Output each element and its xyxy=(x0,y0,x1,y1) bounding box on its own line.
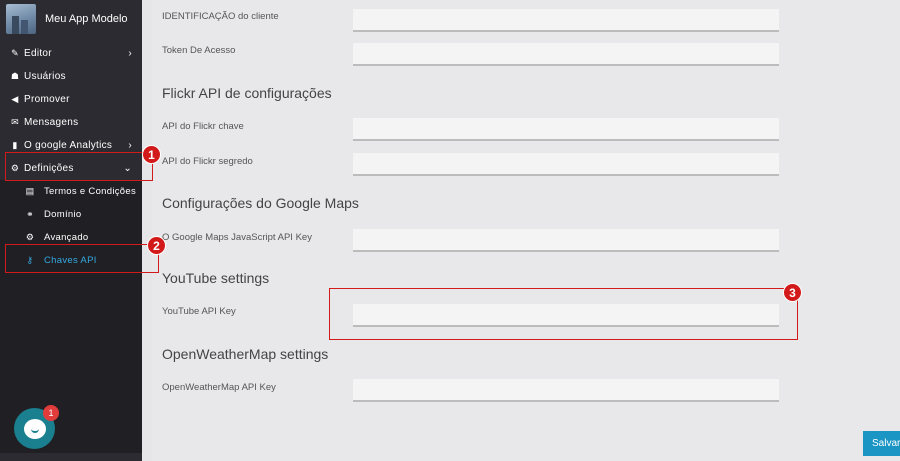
google-maps-key-input[interactable] xyxy=(353,229,779,252)
access-token-input[interactable] xyxy=(353,43,779,66)
main-content: IDENTIFICAÇÃO do cliente Token De Acesso… xyxy=(152,0,900,461)
flickr-key-input[interactable] xyxy=(353,118,779,141)
section-title-flickr: Flickr API de configurações xyxy=(162,85,332,101)
sidebar-item-label: Avançado xyxy=(44,232,89,243)
sidebar-item-domain[interactable]: ⚭ Domínio xyxy=(0,203,142,226)
sidebar-item-label: Domínio xyxy=(44,209,82,220)
openweathermap-key-input[interactable] xyxy=(353,379,779,402)
app-thumbnail xyxy=(6,4,36,34)
sidebar-item-label: Editor xyxy=(24,48,52,59)
chat-icon xyxy=(23,418,46,439)
annotation-box-3 xyxy=(329,288,798,340)
cogs-icon: ⚙ xyxy=(25,232,35,242)
access-token-label: Token De Acesso xyxy=(162,45,236,56)
sidebar-item-label: Termos e Condições xyxy=(44,186,136,197)
flickr-secret-label: API do Flickr segredo xyxy=(162,156,253,167)
annotation-badge-1: 1 xyxy=(142,145,161,164)
app-name: Meu App Modelo xyxy=(45,13,128,25)
sidebar-item-promote[interactable]: ◀ Promover xyxy=(0,88,142,111)
chevron-right-icon: › xyxy=(128,140,132,151)
sidebar-item-terms[interactable]: ▤ Termos e Condições xyxy=(0,180,142,203)
sidebar-item-messages[interactable]: ✉ Mensagens xyxy=(0,111,142,134)
users-icon: ☗ xyxy=(10,71,20,81)
sidebar-item-label: Mensagens xyxy=(24,117,79,128)
openweathermap-key-label: OpenWeatherMap API Key xyxy=(162,382,276,393)
section-title-google-maps: Configurações do Google Maps xyxy=(162,195,359,211)
document-icon: ▤ xyxy=(25,186,35,196)
pencil-icon: ✎ xyxy=(11,48,19,58)
google-maps-key-label: O Google Maps JavaScript API Key xyxy=(162,232,312,243)
save-button[interactable]: Salvar xyxy=(863,431,900,456)
flickr-key-label: API do Flickr chave xyxy=(162,121,244,132)
flickr-secret-input[interactable] xyxy=(353,153,779,176)
app-header[interactable]: Meu App Modelo xyxy=(0,0,142,38)
section-title-youtube: YouTube settings xyxy=(162,270,270,286)
sidebar-item-users[interactable]: ☗ Usuários xyxy=(0,65,142,88)
megaphone-icon: ◀ xyxy=(11,94,19,104)
sidebar-item-label: Promover xyxy=(24,94,70,105)
youtube-key-label: YouTube API Key xyxy=(162,306,236,317)
chat-notification-badge: 1 xyxy=(43,405,59,421)
sidebar-item-label: Usuários xyxy=(24,71,66,82)
annotation-box-2 xyxy=(5,244,159,273)
sidebar: Meu App Modelo ✎ Editor › ☗ Usuários ◀ P… xyxy=(0,0,142,461)
annotation-badge-2: 2 xyxy=(147,236,166,255)
envelope-icon: ✉ xyxy=(11,117,19,127)
annotation-box-1 xyxy=(5,152,153,181)
client-id-label: IDENTIFICAÇÃO do cliente xyxy=(162,11,279,22)
link-icon: ⚭ xyxy=(26,209,34,219)
bar-chart-icon: ▮ xyxy=(12,140,18,150)
sidebar-item-label: O google Analytics xyxy=(24,140,113,151)
settings-panel: IDENTIFICAÇÃO do cliente Token De Acesso… xyxy=(152,0,900,461)
chevron-right-icon: › xyxy=(128,48,132,59)
section-title-openweathermap: OpenWeatherMap settings xyxy=(162,346,329,362)
annotation-badge-3: 3 xyxy=(783,283,802,302)
sidebar-item-editor[interactable]: ✎ Editor › xyxy=(0,42,142,65)
client-id-input[interactable] xyxy=(353,9,779,32)
